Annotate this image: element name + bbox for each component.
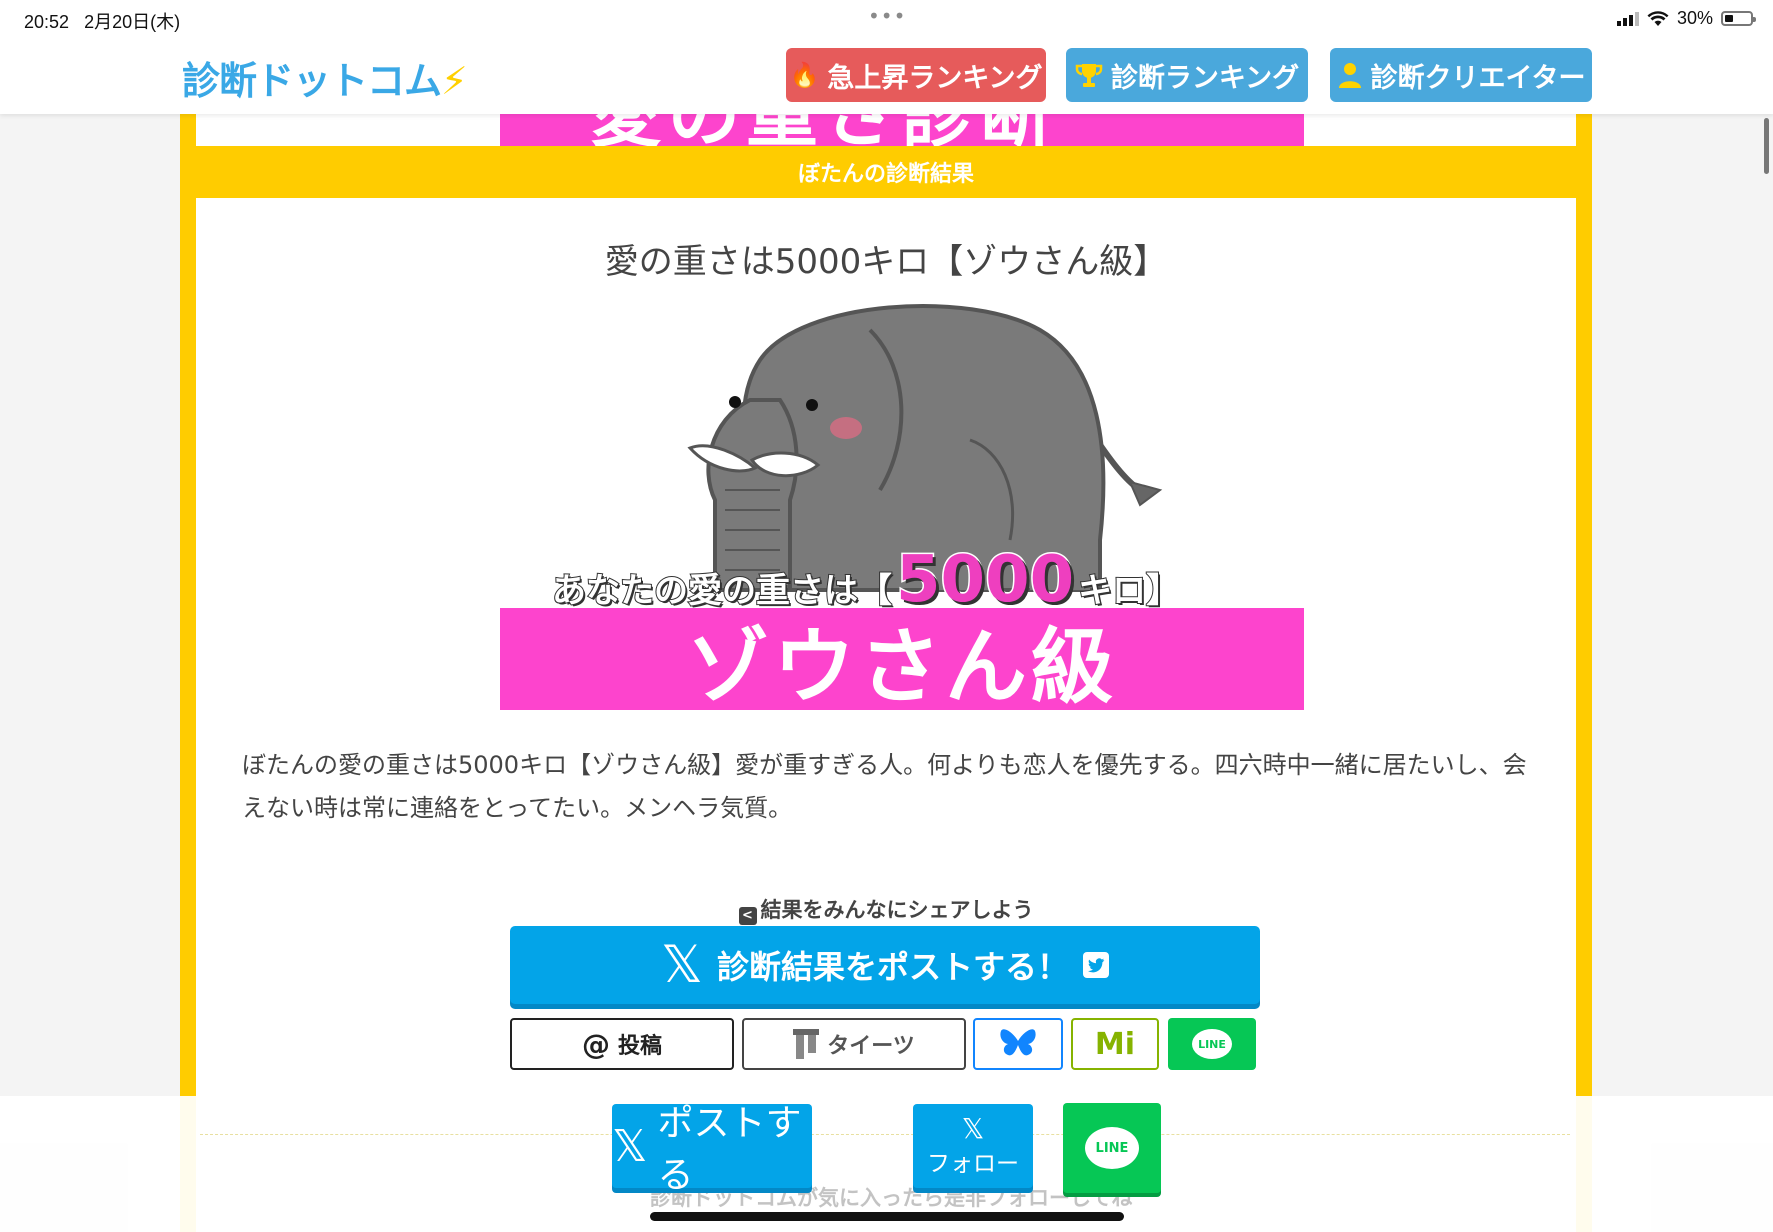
nav-creators-button[interactable]: 診断クリエイター — [1330, 48, 1592, 102]
fire-icon: 🔥 — [789, 61, 820, 89]
status-time: 20:52 2月20日(木) — [24, 12, 181, 32]
image-banner: ゾウさん級 — [500, 608, 1304, 710]
status-indicators: 30% — [1616, 8, 1756, 29]
battery-percent: 30% — [1676, 8, 1713, 28]
nav-ranking-button[interactable]: 診断ランキング — [1066, 48, 1308, 102]
share-label: < 結果をみんなにシェアしよう — [196, 894, 1576, 925]
result-title: 愛の重さは5000キロ【ゾウさん級】 — [604, 242, 1168, 282]
wifi-icon — [1647, 10, 1669, 26]
result-frame: 愛の重さ診断 ぼたんの診断結果 愛の重さは5000キロ【ゾウさん級】 あなたの愛… — [180, 100, 1592, 1232]
result-description: ぼたんの愛の重さは5000キロ【ゾウさん級】愛が重すぎる人。何よりも恋人を優先す… — [242, 751, 1527, 822]
threads-icon: @ — [581, 1027, 610, 1061]
line-icon: LINE — [1085, 1127, 1139, 1169]
cellular-signal-icon — [1616, 11, 1639, 26]
line-icon: LINE — [1192, 1029, 1232, 1059]
nav-trending-ranking-button[interactable]: 🔥 急上昇ランキング — [786, 48, 1046, 102]
floating-post-button[interactable]: 𝕏 ポストする — [612, 1103, 812, 1196]
dashed-divider — [200, 1134, 1570, 1135]
post-result-button[interactable]: 𝕏 診断結果をポストする！ — [510, 926, 1260, 1004]
multitask-dots[interactable]: ••• — [868, 4, 906, 28]
share-icon: < — [738, 907, 757, 925]
scrollbar[interactable] — [1764, 118, 1769, 174]
result-image: あなたの愛の重さは【 5000 キロ】 ゾウさん級 — [500, 290, 1304, 710]
line-share-button[interactable]: LINE — [1168, 1018, 1256, 1070]
x-logo-icon: 𝕏 — [661, 935, 703, 995]
bluesky-share-button[interactable] — [973, 1018, 1063, 1070]
lightning-icon: ⚡ — [441, 59, 468, 103]
result-band-title: ぼたんの診断結果 — [797, 162, 974, 187]
taittsu-icon — [793, 1029, 820, 1059]
result-card: 愛の重さは5000キロ【ゾウさん級】 あなたの愛の重さは【 5000 キロ】 ゾ… — [196, 198, 1576, 1232]
twitter-bird-icon — [1082, 952, 1109, 978]
misskey-icon: Mi — [1094, 1026, 1136, 1062]
status-bar: 20:52 2月20日(木) ••• 30% — [0, 0, 1773, 38]
x-logo-icon: 𝕏 — [961, 1112, 985, 1145]
user-icon — [1338, 63, 1361, 88]
floating-follow-button[interactable]: 𝕏 フォロー — [913, 1104, 1033, 1188]
battery-icon — [1721, 11, 1756, 26]
taittsu-share-button[interactable]: タイーツ — [742, 1018, 966, 1070]
site-logo[interactable]: 診断ドットコム⚡ — [182, 50, 468, 105]
home-indicator[interactable] — [650, 1212, 1124, 1221]
trophy-icon — [1075, 64, 1103, 87]
threads-share-button[interactable]: @ 投稿 — [510, 1018, 734, 1070]
site-header: 診断ドットコム⚡ 🔥 急上昇ランキング 診断ランキング 診断クリエイター — [0, 38, 1773, 114]
x-logo-icon: 𝕏 — [612, 1120, 648, 1172]
bluesky-butterfly-icon — [1000, 1029, 1036, 1056]
misskey-share-button[interactable]: Mi — [1071, 1018, 1159, 1070]
floating-line-button[interactable]: LINE — [1063, 1103, 1161, 1193]
